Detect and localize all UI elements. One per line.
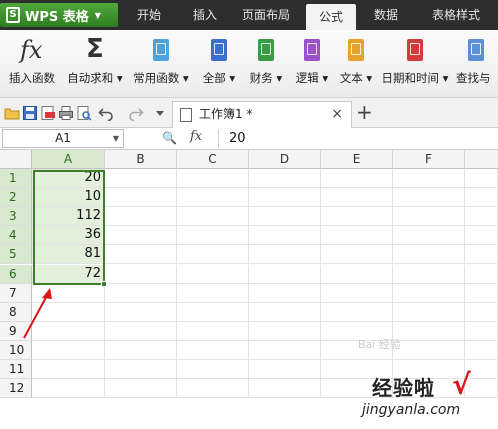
wps-logo-icon: S	[6, 7, 20, 23]
open-folder-icon[interactable]	[4, 105, 20, 121]
formula-input[interactable]: 20	[218, 129, 496, 148]
fx-icon: fx	[20, 36, 43, 64]
tab-home[interactable]: 开始	[120, 0, 178, 30]
app-name: WPS 表格	[25, 9, 89, 25]
watermark-title: 经验啦	[372, 376, 435, 400]
sigma-icon: Σ	[86, 34, 104, 64]
print-icon[interactable]	[58, 105, 74, 121]
tab-data[interactable]: 数据	[360, 0, 412, 30]
dropdown-arrow-icon: ▼	[94, 10, 101, 20]
close-tab-icon[interactable]: ×	[331, 102, 343, 127]
financial-functions-button[interactable]: 财务 ▾	[243, 36, 289, 86]
check-mark-icon: √	[452, 368, 471, 401]
undo-icon[interactable]	[98, 105, 114, 121]
quick-access-toolbar: 工作簿1 * × +	[0, 98, 498, 128]
document-title: 工作簿1 *	[199, 107, 253, 121]
print-preview-icon[interactable]	[76, 105, 92, 121]
autosum-button[interactable]: Σ 自动求和 ▾	[62, 34, 128, 86]
book-icon	[297, 36, 327, 66]
tab-formulas[interactable]: 公式	[306, 4, 356, 30]
book-icon	[461, 36, 491, 66]
tab-table-styles[interactable]: 表格样式	[418, 0, 494, 30]
book-icon	[251, 36, 281, 66]
lookup-functions-button[interactable]: 查找与	[456, 36, 496, 86]
book-icon	[400, 36, 430, 66]
document-tab[interactable]: 工作簿1 * ×	[172, 101, 352, 128]
tab-insert[interactable]: 插入	[180, 0, 230, 30]
menu-bar: S WPS 表格 ▼ 开始 插入 页面布局 公式 数据 表格样式	[0, 0, 498, 30]
save-icon[interactable]	[22, 105, 38, 121]
all-functions-button[interactable]: 全部 ▾	[196, 36, 242, 86]
name-box[interactable]: A1 ▼	[2, 129, 124, 148]
book-icon	[146, 36, 176, 66]
formula-bar: A1 ▼ 🔍 fx 20	[0, 128, 498, 150]
common-functions-button[interactable]: 常用函数 ▾	[130, 36, 192, 86]
ribbon-formulas: fx 插入函数 Σ 自动求和 ▾ 常用函数 ▾ 全部 ▾ 财务 ▾ 逻辑 ▾ 文…	[0, 30, 498, 98]
chevron-down-icon[interactable]: ▼	[113, 130, 119, 147]
insert-function-button[interactable]: fx 插入函数	[4, 36, 60, 86]
export-pdf-icon[interactable]	[40, 105, 56, 121]
book-icon	[204, 36, 234, 66]
workbook-icon	[180, 108, 192, 122]
insert-function-fx-icon[interactable]: fx	[190, 129, 202, 144]
wps-spreadsheet-window: S WPS 表格 ▼ 开始 插入 页面布局 公式 数据 表格样式 fx 插入函数…	[0, 0, 498, 429]
watermark-url: jingyanla.com	[362, 402, 461, 418]
watermark: Bai 经验 经验啦 √ jingyanla.com	[358, 338, 498, 429]
baidu-watermark-text: Bai 经验	[358, 338, 401, 351]
tab-page-layout[interactable]: 页面布局	[232, 0, 300, 30]
text-functions-button[interactable]: 文本 ▾	[334, 36, 378, 86]
logical-functions-button[interactable]: 逻辑 ▾	[290, 36, 334, 86]
zoom-lookup-icon[interactable]: 🔍	[162, 131, 177, 145]
new-tab-button[interactable]: +	[356, 100, 373, 124]
date-time-functions-button[interactable]: 日期和时间 ▾	[378, 36, 452, 86]
wps-app-menu-button[interactable]: S WPS 表格 ▼	[0, 3, 118, 27]
redo-icon[interactable]	[128, 105, 144, 121]
book-icon	[341, 36, 371, 66]
customize-toolbar-icon[interactable]	[152, 105, 168, 121]
